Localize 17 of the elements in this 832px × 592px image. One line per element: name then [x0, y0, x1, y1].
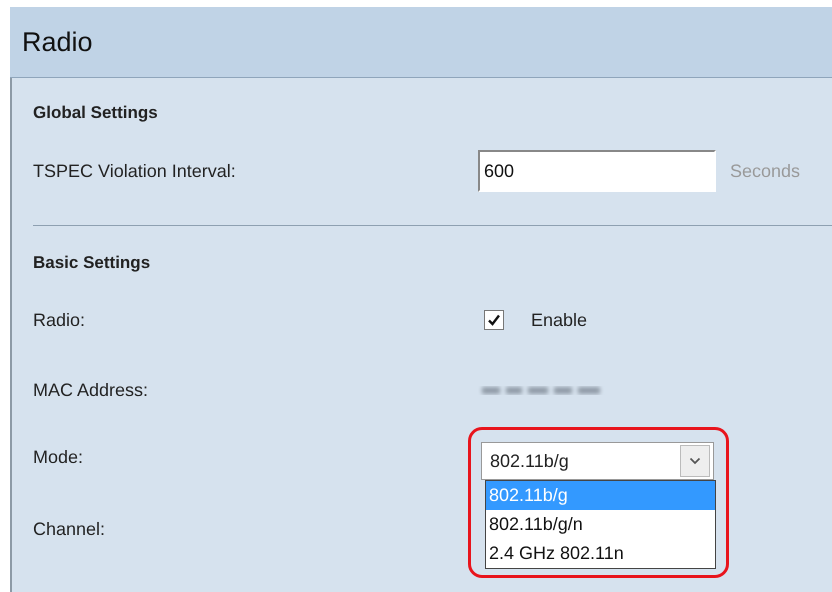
checkbox-label: Enable	[531, 310, 588, 330]
section-heading: Basic Settings	[33, 252, 152, 274]
page-title: Radio	[22, 26, 93, 58]
interval-field[interactable]: 600	[478, 150, 716, 192]
enable-checkbox[interactable]	[484, 310, 504, 330]
field-label: Channel:	[33, 518, 106, 540]
mode-dropdown[interactable]: 802.11b/g	[481, 442, 714, 480]
field-label: TSPEC Violation Interval:	[33, 160, 237, 182]
section-heading: Global Settings	[33, 102, 159, 124]
dropdown-option[interactable]: 2.4 GHz 802.11n	[486, 539, 715, 568]
dropdown-option[interactable]: 802.11b/g/n	[486, 510, 715, 539]
field-label: Radio:	[33, 310, 86, 330]
checkmark-icon	[487, 313, 501, 327]
caret-icon[interactable]	[680, 445, 710, 477]
field-label: Mode:	[33, 446, 84, 468]
unit-label: Seconds	[730, 160, 800, 182]
field-label: MAC Address:	[33, 380, 150, 400]
